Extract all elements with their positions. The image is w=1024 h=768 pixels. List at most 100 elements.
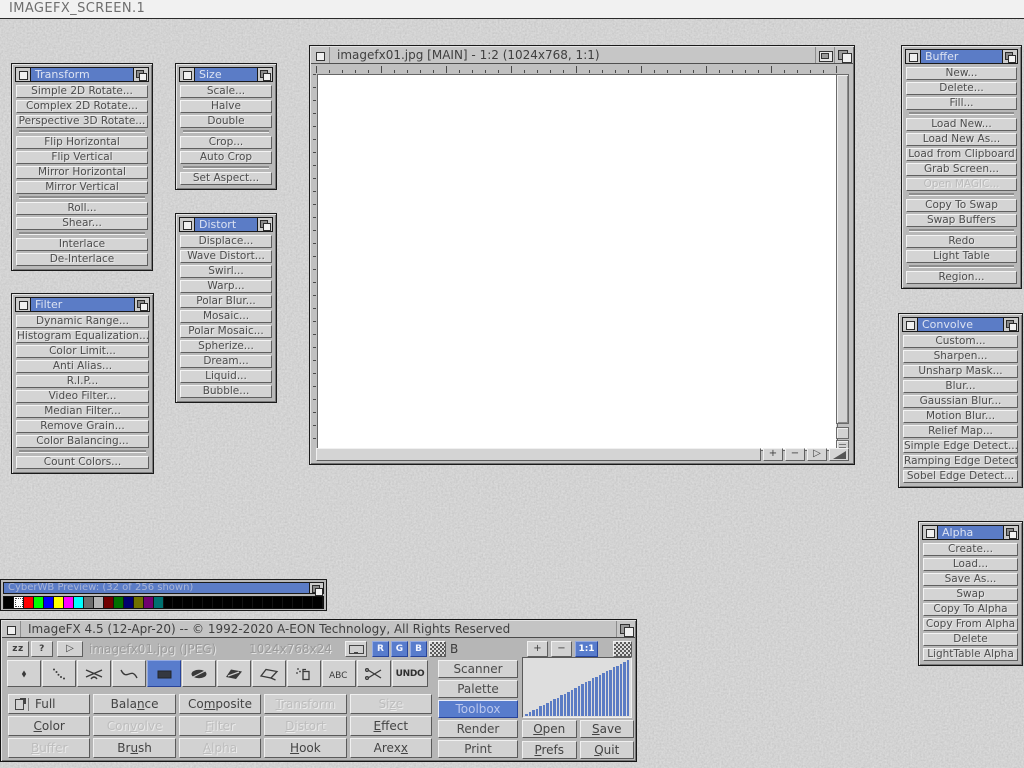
palette-swatch[interactable] — [213, 597, 223, 608]
menu-button[interactable]: Copy To Alpha — [923, 603, 1018, 616]
menu-button[interactable]: Video Filter... — [16, 390, 149, 403]
menu-button[interactable]: Fill... — [906, 97, 1017, 110]
depth-icon[interactable] — [134, 298, 149, 311]
menu-button[interactable]: Roll... — [16, 202, 148, 215]
point-tool-button[interactable] — [7, 660, 41, 687]
palette-swatch[interactable] — [44, 597, 54, 608]
distort-titlebar[interactable]: Distort — [179, 217, 273, 232]
convolve-titlebar[interactable]: Convolve — [902, 317, 1019, 332]
command-button[interactable]: Color — [8, 716, 90, 736]
toolbar-titlebar[interactable]: ImageFX 4.5 (12-Apr-20) -- © 1992-2020 A… — [2, 621, 635, 638]
menu-button[interactable]: Load from Clipboard — [906, 148, 1017, 161]
menu-button[interactable]: Swap — [923, 588, 1018, 601]
palette-swatch[interactable] — [263, 597, 273, 608]
menu-button[interactable]: Mosaic... — [180, 310, 272, 323]
palette-swatch[interactable] — [273, 597, 283, 608]
menu-button[interactable]: Copy From Alpha — [923, 618, 1018, 631]
menu-button[interactable]: Load New As... — [906, 133, 1017, 146]
zoom-in-button[interactable]: + — [763, 448, 783, 461]
side-button[interactable]: Render — [438, 720, 518, 738]
palette-swatch[interactable] — [203, 597, 213, 608]
menu-button[interactable]: Histogram Equalization... — [16, 330, 149, 343]
palette-swatch[interactable] — [243, 597, 253, 608]
menu-button[interactable]: Dynamic Range... — [16, 315, 149, 328]
menu-button[interactable]: Displace... — [180, 235, 272, 248]
palette-swatch[interactable] — [283, 597, 293, 608]
depth-icon[interactable] — [1002, 50, 1017, 63]
menu-button[interactable]: Relief Map... — [903, 425, 1018, 438]
pattern-button[interactable] — [613, 641, 632, 657]
command-button[interactable]: Full — [8, 694, 90, 714]
menu-button[interactable]: Copy To Swap — [906, 199, 1017, 212]
depth-icon[interactable] — [257, 218, 272, 231]
menu-button[interactable]: Warp... — [180, 280, 272, 293]
close-icon[interactable] — [180, 68, 195, 81]
menu-button[interactable]: Region... — [906, 271, 1017, 284]
menu-button[interactable]: Polar Blur... — [180, 295, 272, 308]
palette-swatch[interactable] — [124, 597, 134, 608]
menu-button[interactable]: Flip Vertical — [16, 151, 148, 164]
command-button[interactable]: Buffer — [8, 738, 90, 758]
help-button[interactable]: ? — [31, 641, 53, 657]
side-button[interactable]: Toolbox — [438, 700, 518, 718]
menu-button[interactable]: Sharpen... — [903, 350, 1018, 363]
palette-swatch[interactable] — [94, 597, 104, 608]
zoom-out-button[interactable]: − — [551, 641, 572, 657]
menu-button[interactable]: Grab Screen... — [906, 163, 1017, 176]
menu-button[interactable]: Mirror Vertical — [16, 181, 148, 194]
depth-icon[interactable] — [1003, 318, 1018, 331]
palette-swatch[interactable] — [144, 597, 154, 608]
menu-button[interactable]: Color Limit... — [16, 345, 149, 358]
menu-button[interactable]: Delete... — [906, 82, 1017, 95]
menu-button[interactable]: Blur... — [903, 380, 1018, 393]
channel-button[interactable]: R — [372, 641, 389, 657]
menu-button[interactable]: Light Table — [906, 250, 1017, 263]
close-icon[interactable] — [16, 298, 31, 311]
menu-button[interactable]: Perspective 3D Rotate... — [16, 115, 148, 128]
menu-button[interactable]: Halve — [180, 100, 272, 113]
menu-button[interactable]: Interlace — [16, 238, 148, 251]
palette-swatch[interactable] — [233, 597, 243, 608]
depth-icon[interactable] — [257, 68, 272, 81]
menu-button[interactable]: Simple 2D Rotate... — [16, 85, 148, 98]
close-icon[interactable] — [923, 526, 938, 539]
menu-button[interactable]: Delete — [923, 633, 1018, 646]
zoom-out-button[interactable]: − — [785, 448, 805, 461]
image-window-titlebar[interactable]: imagefx01.jpg [MAIN] - 1:2 (1024x768, 1:… — [311, 47, 853, 64]
menu-button[interactable]: New... — [906, 67, 1017, 80]
palette-swatch[interactable] — [34, 597, 44, 608]
filled-box-tool-button[interactable] — [147, 660, 181, 687]
menu-button[interactable]: Crop... — [180, 136, 272, 149]
close-icon[interactable] — [16, 68, 31, 81]
command-button[interactable]: Arexx — [350, 738, 432, 758]
channel-button[interactable]: B — [410, 641, 427, 657]
menu-button[interactable]: Motion Blur... — [903, 410, 1018, 423]
side-button[interactable]: Print — [438, 740, 518, 758]
command-button[interactable]: Convolve — [93, 716, 175, 736]
palette-swatch[interactable] — [164, 597, 174, 608]
menu-button[interactable]: Remove Grain... — [16, 420, 149, 433]
scissors-tool-button[interactable] — [357, 660, 391, 687]
menu-button[interactable]: Complex 2D Rotate... — [16, 100, 148, 113]
depth-icon[interactable] — [834, 47, 853, 63]
palette-titlebar[interactable]: CyberWB Preview: (32 of 256 shown) — [3, 582, 324, 594]
palette-swatch[interactable] — [84, 597, 94, 608]
menu-button[interactable]: Simple Edge Detect... — [903, 440, 1018, 453]
alpha-titlebar[interactable]: Alpha — [922, 525, 1019, 540]
window-zoom-icon[interactable] — [815, 47, 834, 63]
menu-button[interactable]: Spherize... — [180, 340, 272, 353]
command-button[interactable]: Balance — [93, 694, 175, 714]
menu-button[interactable]: Open MAGIC... — [906, 178, 1017, 191]
dither-preview-button[interactable] — [429, 641, 446, 657]
scrollbar-gadget[interactable] — [836, 427, 849, 439]
palette-swatch[interactable] — [293, 597, 303, 608]
menu-button[interactable]: Swirl... — [180, 265, 272, 278]
close-icon[interactable] — [906, 50, 921, 63]
action-button[interactable]: Save — [580, 720, 635, 738]
transform-titlebar[interactable]: Transform — [15, 67, 149, 82]
menu-button[interactable]: Flip Horizontal — [16, 136, 148, 149]
action-button[interactable]: Prefs — [522, 741, 577, 759]
palette-swatch[interactable] — [223, 597, 233, 608]
vertical-scrollbar[interactable] — [836, 74, 849, 424]
depth-icon[interactable] — [1003, 526, 1018, 539]
